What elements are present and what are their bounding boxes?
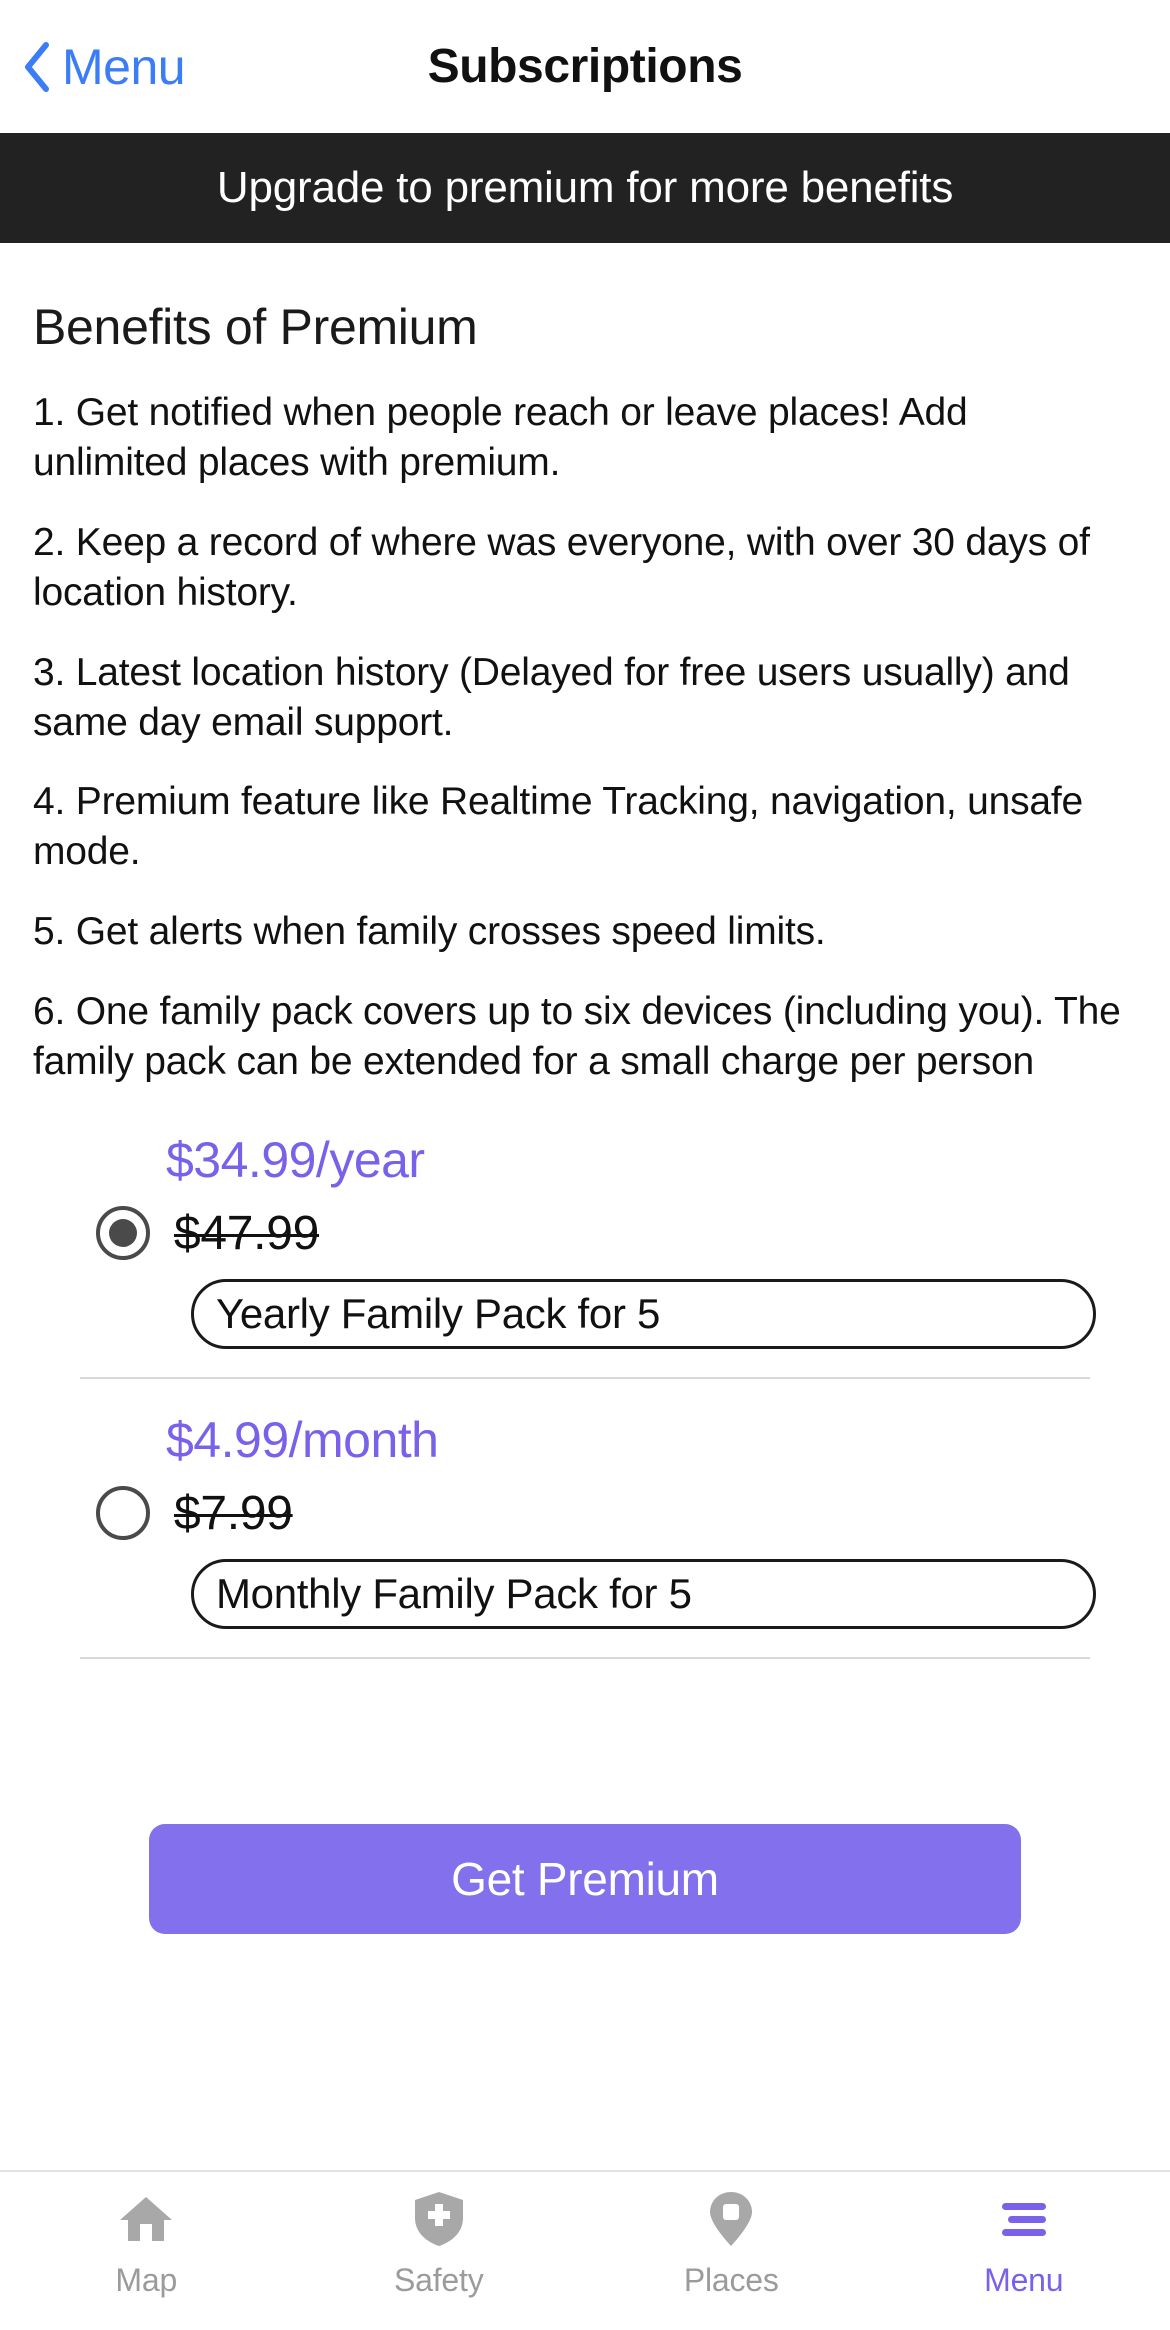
- hamburger-menu-icon: [995, 2190, 1053, 2248]
- plan-option-monthly[interactable]: $4.99/month $7.99 Monthly Family Pack fo…: [33, 1379, 1137, 1657]
- bottom-tab-bar: Map Safety Places Menu: [0, 2170, 1170, 2330]
- app-screen: Menu Subscriptions Upgrade to premium fo…: [0, 0, 1170, 2330]
- shield-cross-icon: [410, 2190, 468, 2248]
- benefit-item: 4. Premium feature like Realtime Trackin…: [33, 780, 1083, 874]
- tab-menu[interactable]: Menu: [878, 2190, 1170, 2299]
- plan-row: $47.99: [33, 1206, 1137, 1261]
- benefit-item: 3. Latest location history (Delayed for …: [33, 650, 1070, 744]
- tab-label: Safety: [393, 2262, 484, 2298]
- divider: [80, 1656, 1090, 1659]
- tab-map[interactable]: Map: [0, 2190, 293, 2299]
- map-pin-icon: [702, 2190, 760, 2248]
- tab-label: Map: [115, 2262, 178, 2298]
- plan-pack-label[interactable]: Yearly Family Pack for 5: [191, 1278, 1096, 1349]
- plan-original-price: $47.99: [174, 1206, 320, 1260]
- plan-radio-yearly[interactable]: [96, 1206, 150, 1261]
- chevron-left-icon: [22, 41, 52, 93]
- benefit-item: 6. One family pack covers up to six devi…: [33, 990, 1121, 1084]
- back-button-label: Menu: [62, 38, 186, 95]
- plan-radio-monthly[interactable]: [96, 1486, 150, 1541]
- radio-dot: [109, 1219, 137, 1248]
- get-premium-button[interactable]: Get Premium: [149, 1823, 1021, 1934]
- benefits-list: 1. Get notified when people reach or lea…: [33, 388, 1137, 1087]
- plan-pack-label[interactable]: Monthly Family Pack for 5: [191, 1558, 1096, 1629]
- benefit-item: 5. Get alerts when family crosses speed …: [33, 910, 826, 954]
- plan-option-yearly[interactable]: $34.99/year $47.99 Yearly Family Pack fo…: [33, 1131, 1137, 1377]
- benefits-heading: Benefits of Premium: [33, 299, 478, 355]
- plan-price: $34.99/year: [166, 1131, 425, 1188]
- plan-row: $7.99: [33, 1486, 1137, 1541]
- plan-price: $4.99/month: [166, 1411, 439, 1468]
- tab-label: Menu: [984, 2262, 1064, 2298]
- tab-safety[interactable]: Safety: [293, 2190, 586, 2299]
- back-to-menu-button[interactable]: Menu: [0, 0, 186, 133]
- navigation-bar: Menu Subscriptions: [0, 0, 1170, 133]
- tab-label: Places: [683, 2262, 779, 2298]
- promo-banner: Upgrade to premium for more benefits: [0, 133, 1170, 243]
- plan-original-price: $7.99: [174, 1486, 293, 1540]
- plan-options: $34.99/year $47.99 Yearly Family Pack fo…: [33, 1131, 1137, 1659]
- cta-container: Get Premium: [33, 1823, 1137, 1934]
- home-icon: [117, 2190, 175, 2248]
- benefit-item: 2. Keep a record of where was everyone, …: [33, 520, 1090, 614]
- content-area: Benefits of Premium 1. Get notified when…: [0, 243, 1170, 2170]
- benefit-item: 1. Get notified when people reach or lea…: [33, 391, 968, 484]
- tab-places[interactable]: Places: [585, 2190, 878, 2299]
